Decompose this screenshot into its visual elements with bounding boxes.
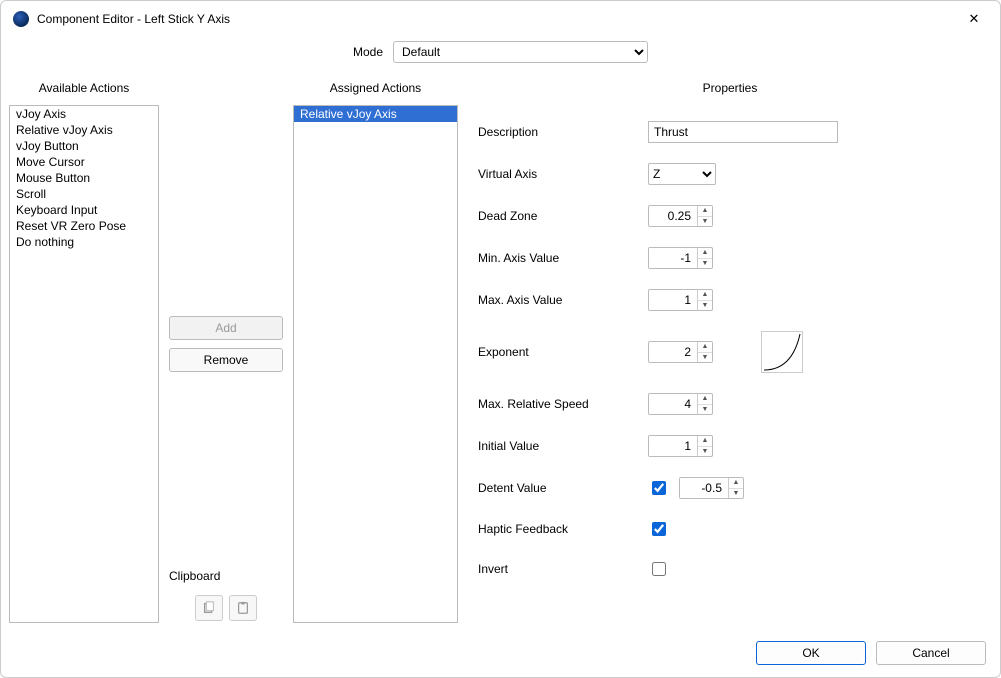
min-axis-spinner[interactable]: ▲▼ [648, 247, 713, 269]
chevron-up-icon[interactable]: ▲ [698, 342, 712, 353]
dead-zone-label: Dead Zone [478, 209, 648, 223]
mode-label: Mode [353, 45, 383, 59]
copy-button[interactable] [195, 595, 223, 621]
chevron-up-icon[interactable]: ▲ [698, 290, 712, 301]
mode-row: Mode Default [1, 33, 1000, 77]
chevron-down-icon[interactable]: ▼ [698, 217, 712, 227]
list-item[interactable]: Keyboard Input [10, 202, 158, 218]
max-axis-label: Max. Axis Value [478, 293, 648, 307]
list-item[interactable]: vJoy Axis [10, 106, 158, 122]
exponent-spinner[interactable]: ▲▼ [648, 341, 713, 363]
add-button[interactable]: Add [169, 316, 283, 340]
list-item[interactable]: vJoy Button [10, 138, 158, 154]
virtual-axis-label: Virtual Axis [478, 167, 648, 181]
list-item[interactable]: Do nothing [10, 234, 158, 250]
paste-button[interactable] [229, 595, 257, 621]
mode-select[interactable]: Default [393, 41, 648, 63]
initial-value-label: Initial Value [478, 439, 648, 453]
titlebar: Component Editor - Left Stick Y Axis ✕ [1, 1, 1000, 33]
max-rel-speed-label: Max. Relative Speed [478, 397, 648, 411]
clipboard-label: Clipboard [169, 569, 283, 587]
available-actions-list[interactable]: vJoy AxisRelative vJoy AxisvJoy ButtonMo… [9, 105, 159, 623]
min-axis-label: Min. Axis Value [478, 251, 648, 265]
virtual-axis-select[interactable]: Z [648, 163, 716, 185]
chevron-down-icon[interactable]: ▼ [698, 353, 712, 363]
initial-value-spinner[interactable]: ▲▼ [648, 435, 713, 457]
max-rel-speed-spinner[interactable]: ▲▼ [648, 393, 713, 415]
chevron-down-icon[interactable]: ▼ [698, 405, 712, 415]
description-label: Description [478, 125, 648, 139]
chevron-up-icon[interactable]: ▲ [698, 248, 712, 259]
list-item[interactable]: Scroll [10, 186, 158, 202]
ok-button[interactable]: OK [756, 641, 866, 665]
assigned-actions-header: Assigned Actions [293, 77, 458, 105]
chevron-down-icon[interactable]: ▼ [698, 447, 712, 457]
list-item[interactable]: Relative vJoy Axis [10, 122, 158, 138]
chevron-down-icon[interactable]: ▼ [729, 489, 743, 499]
invert-label: Invert [478, 562, 648, 576]
paste-icon [236, 601, 250, 615]
window-title: Component Editor - Left Stick Y Axis [37, 12, 960, 26]
component-editor-window: Component Editor - Left Stick Y Axis ✕ M… [0, 0, 1001, 678]
chevron-up-icon[interactable]: ▲ [729, 478, 743, 489]
app-icon [13, 11, 29, 27]
exponent-label: Exponent [478, 345, 648, 359]
list-item[interactable]: Mouse Button [10, 170, 158, 186]
properties-header: Properties [468, 77, 992, 105]
close-icon[interactable]: ✕ [960, 9, 988, 29]
assigned-actions-list[interactable]: Relative vJoy Axis [293, 105, 458, 623]
detent-checkbox[interactable] [652, 481, 666, 495]
haptic-label: Haptic Feedback [478, 522, 648, 536]
copy-icon [202, 601, 216, 615]
remove-button[interactable]: Remove [169, 348, 283, 372]
available-actions-header: Available Actions [9, 77, 159, 105]
detent-spinner[interactable]: ▲▼ [679, 477, 744, 499]
list-item[interactable]: Reset VR Zero Pose [10, 218, 158, 234]
haptic-checkbox[interactable] [652, 522, 666, 536]
list-item[interactable]: Move Cursor [10, 154, 158, 170]
chevron-up-icon[interactable]: ▲ [698, 436, 712, 447]
chevron-up-icon[interactable]: ▲ [698, 394, 712, 405]
list-item[interactable]: Relative vJoy Axis [294, 106, 457, 122]
invert-checkbox[interactable] [652, 562, 666, 576]
dead-zone-spinner[interactable]: ▲▼ [648, 205, 713, 227]
chevron-down-icon[interactable]: ▼ [698, 301, 712, 311]
chevron-up-icon[interactable]: ▲ [698, 206, 712, 217]
cancel-button[interactable]: Cancel [876, 641, 986, 665]
max-axis-spinner[interactable]: ▲▼ [648, 289, 713, 311]
chevron-down-icon[interactable]: ▼ [698, 259, 712, 269]
exponent-curve-preview [761, 331, 803, 373]
description-input[interactable] [648, 121, 838, 143]
detent-label: Detent Value [478, 481, 648, 495]
